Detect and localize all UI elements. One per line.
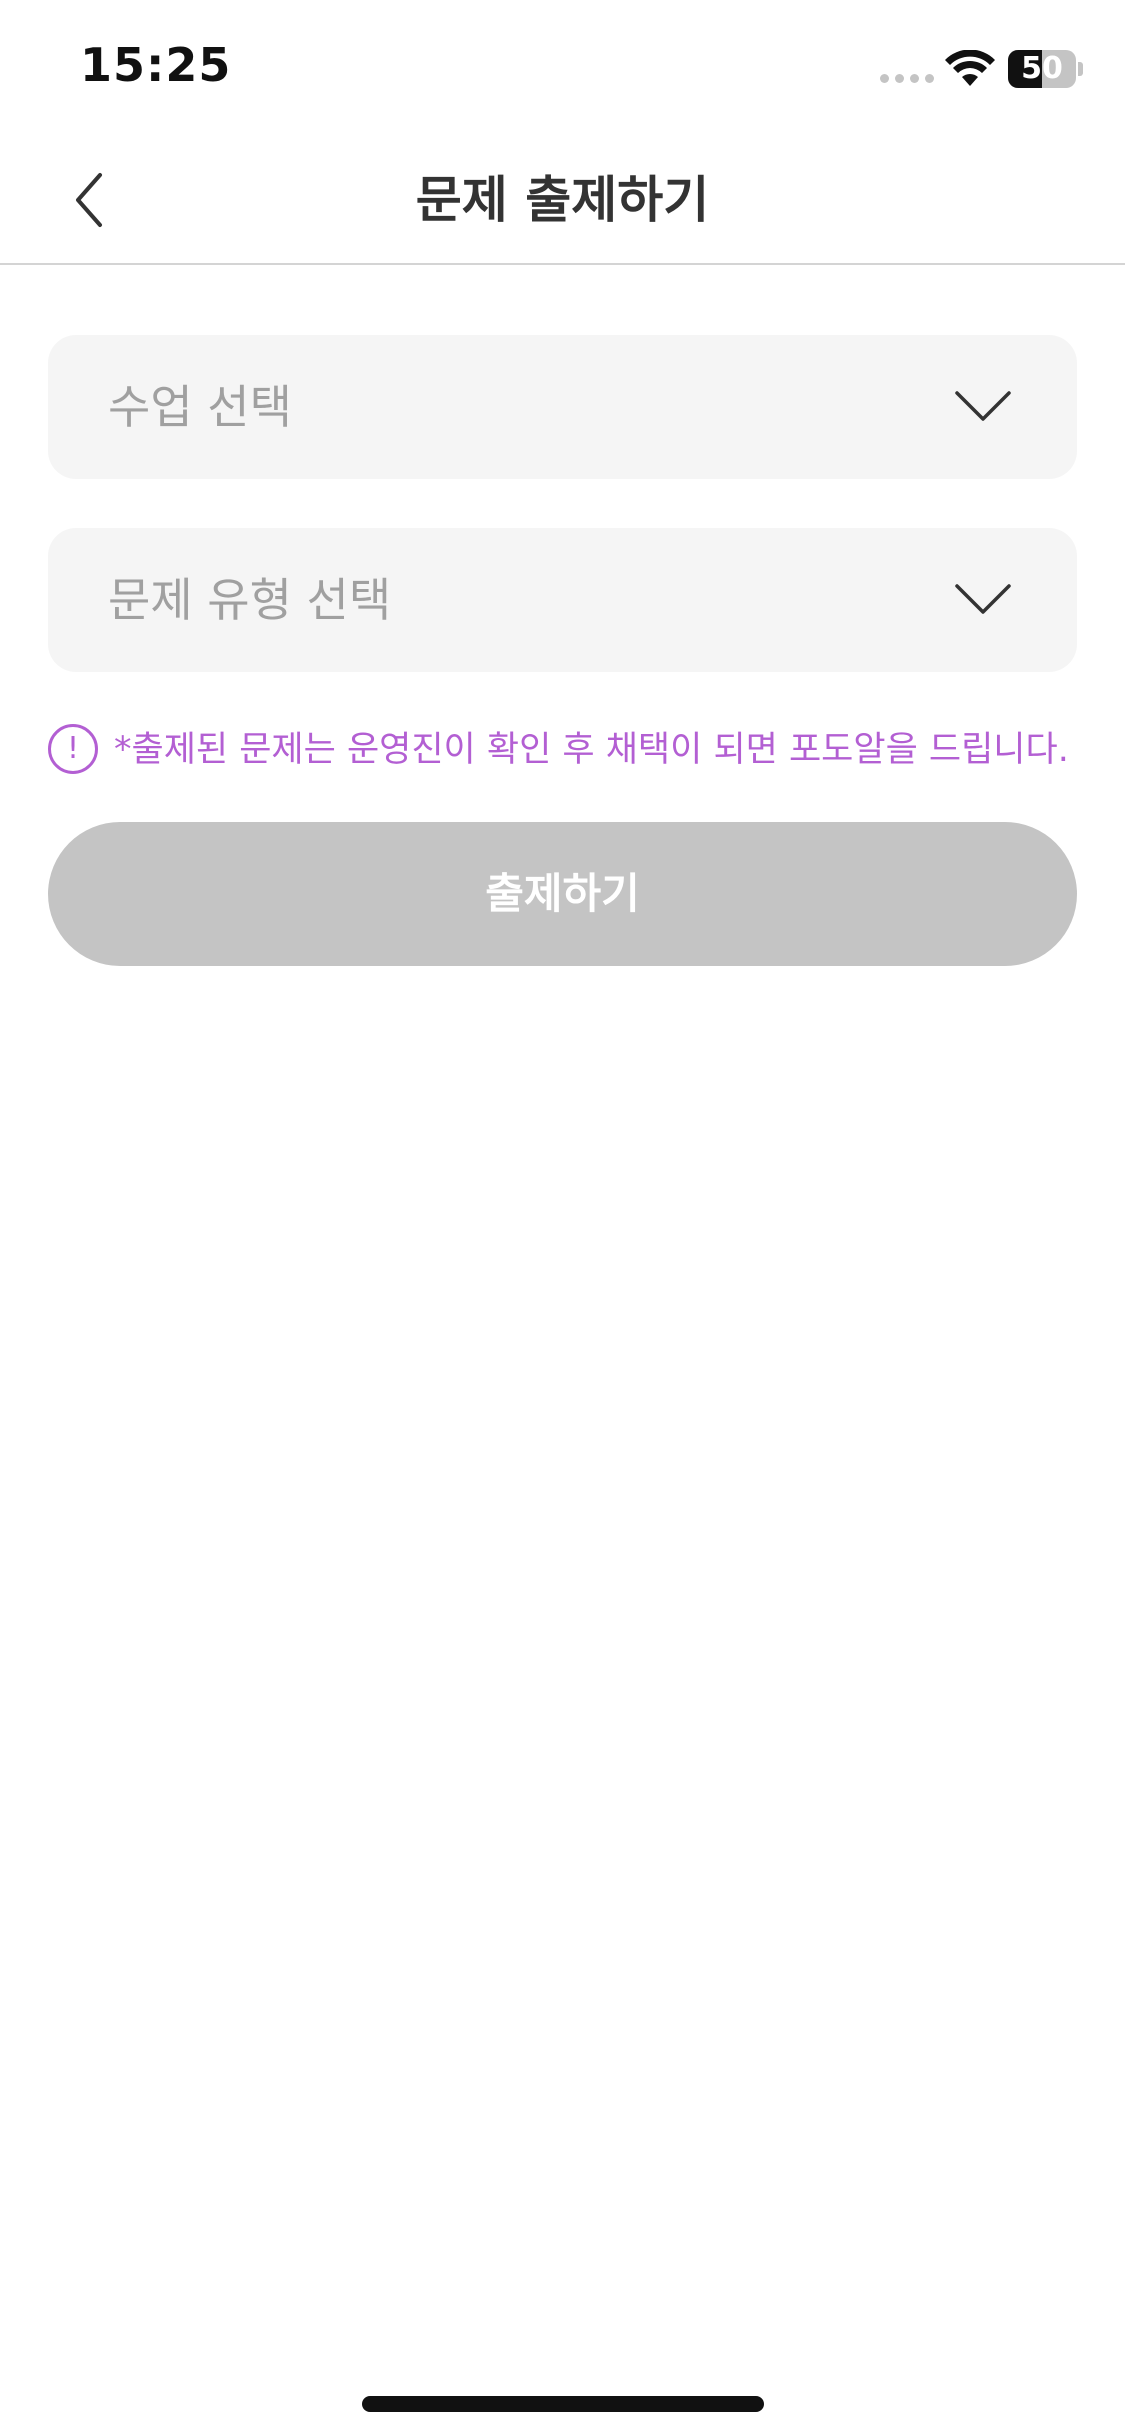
alert-circle-icon: ! — [48, 724, 98, 774]
cellular-signal-icon — [880, 74, 934, 83]
status-time: 15:25 — [80, 38, 232, 92]
class-select-dropdown[interactable]: 수업 선택 — [48, 335, 1077, 479]
chevron-down-icon — [955, 584, 1011, 614]
nav-bar: 문제 출제하기 — [0, 135, 1125, 265]
chevron-down-icon — [955, 391, 1011, 421]
page-title: 문제 출제하기 — [415, 171, 710, 229]
screen: 15:25 50 문제 출제하기 수업 선택 문제 유형 선택 ! *출제된 문… — [0, 0, 1125, 2436]
question-type-placeholder: 문제 유형 선택 — [108, 573, 392, 627]
battery-level: 50 — [1021, 51, 1063, 86]
question-type-select-dropdown[interactable]: 문제 유형 선택 — [48, 528, 1077, 672]
chevron-left-icon — [76, 173, 102, 227]
status-bar: 15:25 50 — [0, 0, 1125, 135]
battery-icon: 50 — [1008, 50, 1084, 88]
notice-text: *출제된 문제는 운영진이 확인 후 채택이 되면 포도알을 드립니다. — [114, 730, 1069, 770]
notice-message: ! *출제된 문제는 운영진이 확인 후 채택이 되면 포도알을 드립니다. — [48, 722, 1088, 778]
back-button[interactable] — [50, 160, 130, 240]
class-select-placeholder: 수업 선택 — [108, 380, 292, 434]
home-indicator[interactable] — [362, 2396, 764, 2412]
wifi-icon — [945, 50, 995, 86]
submit-button[interactable]: 출제하기 — [48, 822, 1077, 966]
